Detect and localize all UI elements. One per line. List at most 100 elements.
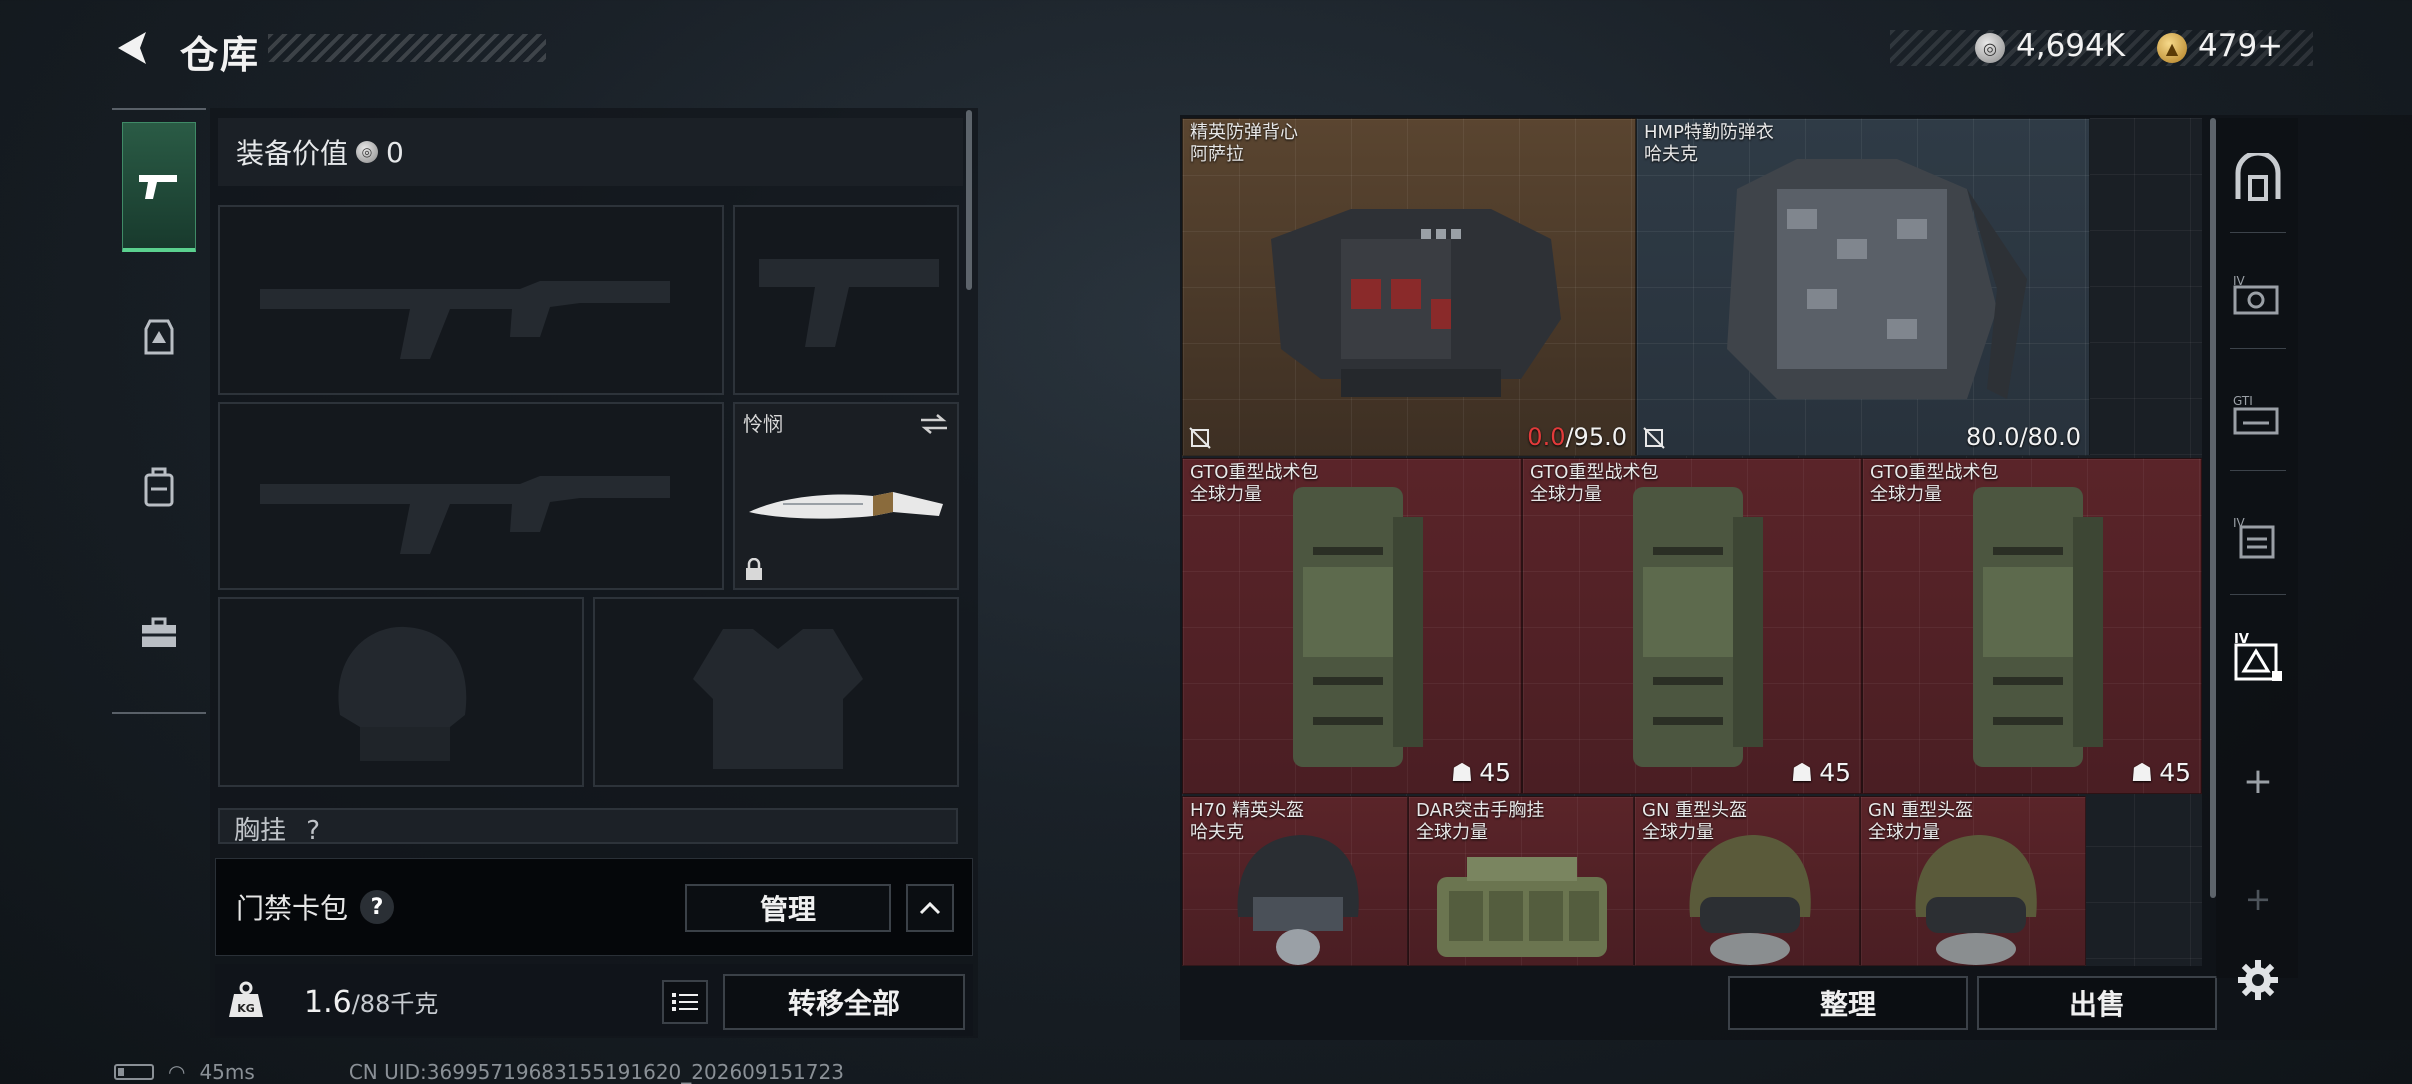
keycard-label: 门禁卡包 <box>236 892 349 925</box>
toolbox-icon <box>142 617 176 647</box>
capacity-icon: ☗ <box>1450 758 1474 787</box>
storage-item[interactable]: GTO重型战术包 全球力量 ☗ 45 <box>1862 458 2202 794</box>
melee-slot[interactable]: 怜悯 <box>733 402 959 590</box>
capacity: ☗ 45 <box>1790 758 1851 787</box>
status-bar: ◠ 45ms CN UID:36995719683155191620_20260… <box>114 1060 844 1084</box>
capacity-icon: ☗ <box>2130 758 2154 787</box>
filter-tab-helmet-iv[interactable]: IV <box>2222 612 2294 702</box>
filter-divider <box>2230 232 2286 233</box>
chevron-up-icon <box>919 901 941 915</box>
transfer-all-button[interactable]: 转移全部 <box>723 974 965 1030</box>
helmet-iv-icon: IV <box>2234 632 2282 681</box>
storage-grid[interactable]: 精英防弹背心 阿萨拉 0.0/95.0 HMP特勤防弹衣 哈夫克 80.0/80… <box>1182 118 2202 966</box>
chest-rig-hint: ? <box>306 816 321 844</box>
keycard-help-icon[interactable]: ? <box>360 890 395 924</box>
filter-divider <box>2230 594 2286 595</box>
sell-button[interactable]: 出售 <box>1977 976 2217 1030</box>
no-trade-icon <box>1189 427 1211 449</box>
expand-keycard-button[interactable] <box>906 884 954 932</box>
storage-item[interactable]: 精英防弹背心 阿萨拉 0.0/95.0 <box>1182 118 1636 456</box>
category-tab-case[interactable] <box>122 568 196 698</box>
capacity-icon: ☗ <box>1790 758 1814 787</box>
storage-item[interactable]: GTO重型战术包 全球力量 ☗ 45 <box>1182 458 1522 794</box>
armor-silhouette-icon <box>693 629 863 769</box>
pistol-icon <box>139 174 177 199</box>
rifle-silhouette-icon <box>260 476 670 554</box>
rifle-silhouette-icon <box>260 281 670 359</box>
safebox-icon <box>2235 153 2281 201</box>
manage-keycard-button[interactable]: 管理 <box>685 884 891 932</box>
list-view-button[interactable] <box>662 980 708 1024</box>
wifi-icon: ◠ <box>168 1060 186 1084</box>
helmet-image <box>1915 835 2037 965</box>
category-tab-equipment[interactable] <box>122 272 196 402</box>
kg-weight-icon: KG <box>229 981 263 1017</box>
equipment-value-header: 装备价值 ◎ 0 <box>218 118 963 186</box>
loadout-scrollbar[interactable] <box>966 110 972 290</box>
item-name: 精英防弹背心 阿萨拉 <box>1190 122 1298 165</box>
backpack-image <box>1633 487 1763 767</box>
equipment-value-amount: 0 <box>386 135 404 169</box>
weight-unit: 千克 <box>390 990 439 1018</box>
gold-coin-icon: ▲ <box>2157 33 2187 63</box>
knife-icon <box>749 492 943 519</box>
settings-gear-icon[interactable] <box>2236 958 2280 1002</box>
item-name: DAR突击手胸挂 全球力量 <box>1416 800 1545 843</box>
uid-text: CN UID:36995719683155191620_202609151723 <box>348 1060 844 1084</box>
lock-icon <box>746 558 762 580</box>
armor-iv-icon: IV <box>2233 274 2279 315</box>
filter-tab-armor-iv[interactable]: IV <box>2222 250 2294 340</box>
category-tab-backpack[interactable] <box>122 422 196 552</box>
body-armor-slot[interactable] <box>593 597 959 787</box>
armor-vest-image <box>1271 209 1561 397</box>
chest-rig-image <box>1437 857 1607 957</box>
add-filter-button-disabled: + <box>2222 854 2294 944</box>
filter-tab-gti[interactable]: GTI <box>2222 370 2294 460</box>
armor-plate-icon <box>144 319 174 355</box>
silver-coin-icon: ◎ <box>1975 33 2005 63</box>
silver-coin-icon: ◎ <box>356 141 379 163</box>
storage-item[interactable]: GTO重型战术包 全球力量 ☗ 45 <box>1522 458 1862 794</box>
title-decoration <box>268 34 546 62</box>
storage-item[interactable]: DAR突击手胸挂 全球力量 <box>1408 796 1634 966</box>
list-icon <box>672 993 698 1011</box>
storage-item[interactable]: GN 重型头盔 全球力量 <box>1634 796 1860 966</box>
storage-item[interactable]: HMP特勤防弹衣 哈夫克 80.0/80.0 <box>1636 118 2090 456</box>
pistol-silhouette-icon <box>759 259 939 347</box>
storage-item[interactable]: H70 精英头盔 哈夫克 <box>1182 796 1408 966</box>
add-filter-button[interactable]: + <box>2222 736 2294 826</box>
filter-tab-backpack-iv[interactable]: IV <box>2222 492 2294 582</box>
category-divider <box>112 712 206 714</box>
category-tab-weapon[interactable] <box>122 122 196 252</box>
pistol-slot[interactable] <box>733 205 959 395</box>
primary-weapon-slot[interactable] <box>218 205 724 395</box>
helmet-slot[interactable] <box>218 597 584 787</box>
backpack-image <box>1293 487 1423 767</box>
durability: 0.0/95.0 <box>1527 423 1627 451</box>
backpack-image <box>1973 487 2103 767</box>
back-arrow-icon[interactable] <box>112 28 152 68</box>
add-icon: + <box>2244 880 2272 918</box>
backpack-icon <box>144 467 174 507</box>
melee-name: 怜悯 <box>743 412 783 436</box>
filter-divider <box>2230 348 2286 349</box>
secondary-weapon-slot[interactable] <box>218 402 724 590</box>
durability: 80.0/80.0 <box>1966 423 2081 451</box>
swap-icon[interactable] <box>919 412 949 436</box>
no-trade-icon <box>1643 427 1665 449</box>
gti-icon: GTI <box>2233 394 2279 435</box>
capacity: ☗ 45 <box>2130 758 2191 787</box>
gold-currency-value[interactable]: 479+ <box>2198 28 2283 64</box>
chest-rig-slot[interactable]: 胸挂 ? <box>218 808 958 844</box>
ping-text: 45ms <box>199 1060 255 1084</box>
chest-rig-label: 胸挂 <box>234 816 287 844</box>
armor-vest-image <box>1727 159 2027 399</box>
filter-tab-safebox[interactable] <box>2222 134 2294 224</box>
storage-item[interactable]: GN 重型头盔 全球力量 <box>1860 796 2086 966</box>
helmet-silhouette-icon <box>338 626 467 761</box>
battery-icon <box>114 1064 154 1080</box>
equipment-value-label: 装备价值 <box>236 137 349 170</box>
svg-text:GTI: GTI <box>2233 394 2253 408</box>
sort-button[interactable]: 整理 <box>1728 976 1968 1030</box>
page-title: 仓库 <box>180 33 261 77</box>
